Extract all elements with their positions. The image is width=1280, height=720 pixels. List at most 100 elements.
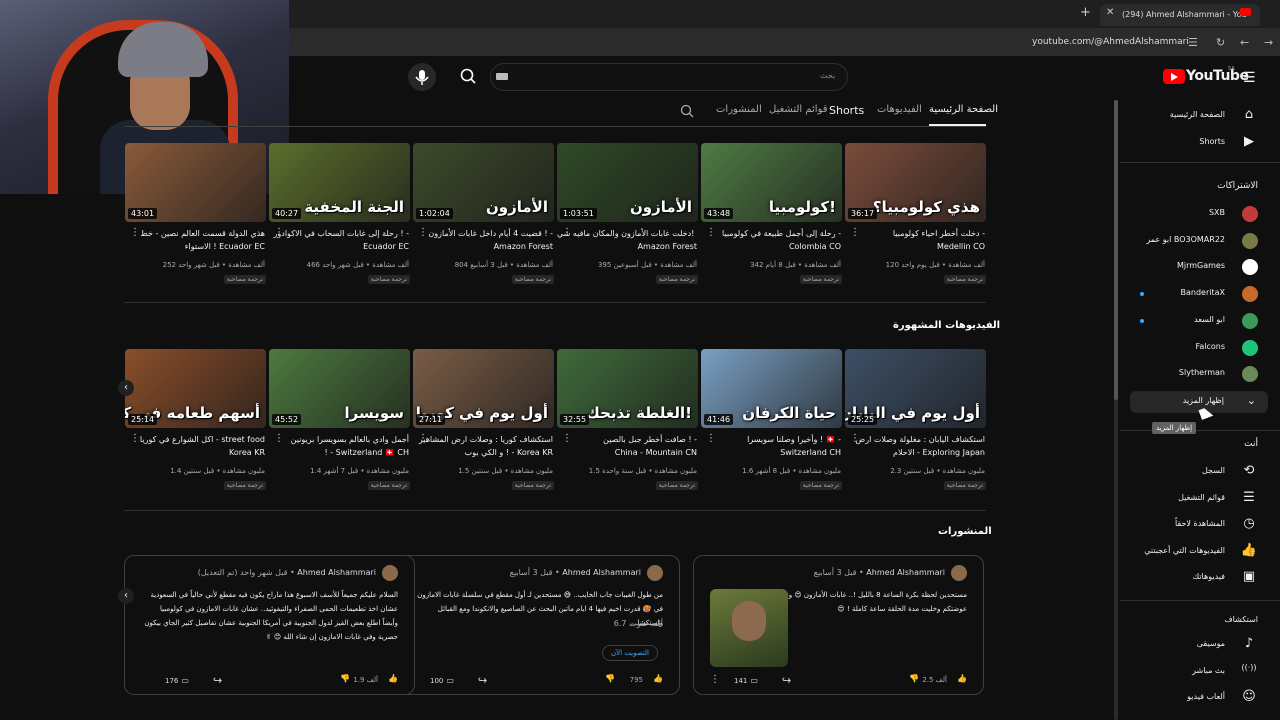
post-author-name[interactable]: Ahmed Alshammari [297, 568, 376, 577]
video-thumbnail[interactable]: كولومبيا! 43:48 [701, 143, 842, 222]
sidebar-item[interactable]: Shorts ▶ [1120, 130, 1280, 156]
video-thumbnail[interactable]: الغلطة تذبحك! 32:55 [557, 349, 698, 428]
mic-button[interactable] [408, 63, 436, 91]
new-tab-button[interactable]: + [1080, 5, 1091, 20]
video-title-line1[interactable]: رحلة إلى غابات السحاب في الاكوادور ! - [269, 227, 409, 240]
share-icon[interactable]: ↪ [782, 674, 791, 687]
sidebar-item[interactable]: ابو عمر BO3OMAR22 [1120, 228, 1280, 254]
hamburger-menu-icon[interactable]: ☰ [1243, 70, 1256, 86]
video-title-line1[interactable]: استكشاف اليابان : مغلولة وصلات ارض [845, 433, 985, 446]
like-button[interactable]: 👍 [957, 674, 967, 683]
video-card[interactable]: 43:01 هذي الدولة قسمت العالم نصين - خط الا… [125, 143, 266, 293]
video-title-line1[interactable]: دخلت غابات الأمازون والمكان مافيه شي! - [557, 227, 697, 240]
video-title-line1[interactable]: اكل الشوارع في كوريا - street food [125, 433, 265, 446]
comments-button[interactable]: 176 ▭ [165, 676, 189, 685]
video-thumbnail[interactable]: هذي كولومبيا؟ 36:17 [845, 143, 986, 222]
video-title-line1[interactable]: استكشاف كوريا : وصلات ارض المشاهير [413, 433, 553, 446]
like-button[interactable]: 👍 [653, 674, 663, 683]
video-title-line1[interactable]: هذي الدولة قسمت العالم نصين - خط [125, 227, 265, 240]
video-thumbnail[interactable]: الأمازون 1:03:51 [557, 143, 698, 222]
video-title-line1[interactable]: أجمل وادي بالعالم بسويسرا بريونين [269, 433, 409, 446]
post-image[interactable] [710, 589, 788, 667]
carousel-prev-icon[interactable]: ‹ [118, 380, 134, 396]
video-title-line2[interactable]: الاستواء ! Ecuador EC [125, 240, 265, 253]
comments-button[interactable]: 141 ▭ [734, 676, 758, 685]
video-title-line2[interactable]: ! - Switzerland 🇨🇭 CH [269, 446, 410, 459]
sidebar-item[interactable]: موسيقى ♪ [1120, 632, 1280, 658]
video-card[interactable]: الغلطة تذبحك! 32:55 صافت أخطر جبل بالصين !… [557, 349, 698, 499]
video-thumbnail[interactable]: حياة الكرفان 41:46 [701, 349, 842, 428]
more-options-icon[interactable]: ⋮ [418, 227, 428, 238]
post-author[interactable]: قبل شهر واحد (تم التعديل) • Ahmed Alsham… [198, 568, 376, 577]
author-avatar[interactable] [647, 565, 663, 581]
video-title-line2[interactable]: الاحلام - Exploring Japan [845, 446, 985, 459]
video-card[interactable]: أول يوم في كوريا 27:11 استكشاف كوريا : وصل… [413, 349, 554, 499]
more-options-icon[interactable]: ⋮ [850, 227, 860, 238]
sidebar-item[interactable]: قوائم التشغيل ☰ [1120, 486, 1280, 512]
sidebar-item[interactable]: Falcons [1120, 335, 1280, 361]
sidebar-item[interactable]: SXB [1120, 201, 1280, 227]
url-text[interactable]: youtube.com/@AhmedAlshammari [1032, 37, 1189, 47]
video-thumbnail[interactable]: 43:01 [125, 143, 266, 222]
share-icon[interactable]: ↪ [213, 674, 222, 687]
tab-close-icon[interactable]: ✕ [1106, 7, 1114, 18]
comments-button[interactable]: 100 ▭ [430, 676, 454, 685]
tab-videos[interactable]: الفيديوهات [877, 104, 922, 115]
video-title-line1[interactable]: صافت أخطر جبل بالصين ! - [557, 433, 697, 446]
sidebar-item[interactable]: ابو السعد [1120, 308, 1280, 334]
sidebar-item[interactable]: بث مباشر ((·)) [1120, 659, 1280, 685]
video-card[interactable]: الأمازون 1:03:51 دخلت غابات الأمازون والمك… [557, 143, 698, 293]
tab-home[interactable]: الصفحة الرئيسية [929, 104, 998, 115]
forward-icon[interactable]: → [1264, 36, 1273, 49]
more-options-icon[interactable]: ⋮ [562, 433, 572, 444]
video-thumbnail[interactable]: أول يوم في كوريا 27:11 [413, 349, 554, 428]
more-options-icon[interactable]: ⋮ [706, 227, 716, 238]
video-card[interactable]: كولومبيا! 43:48 رحلة إلى أجمل طبيعة في كول… [701, 143, 842, 293]
dislike-button[interactable]: 👎 [605, 674, 615, 683]
post-card[interactable]: قبل شهر واحد (تم التعديل) • Ahmed Alsham… [124, 555, 415, 695]
share-icon[interactable]: ↪ [478, 674, 487, 687]
sidebar-item[interactable]: الصفحة الرئيسية ⌂ [1120, 103, 1280, 129]
sidebar-item[interactable]: فيديوهاتك ▣ [1120, 565, 1280, 591]
dislike-button[interactable]: 👎 [340, 674, 350, 683]
like-button[interactable]: 👍 [388, 674, 398, 683]
reload-icon[interactable]: ↻ [1216, 36, 1225, 49]
more-options-icon[interactable]: ⋮ [562, 227, 572, 238]
video-title-line2[interactable]: Switzerland CH [701, 446, 841, 459]
tab-playlists[interactable]: قوائم التشغيل [769, 104, 828, 115]
posts-carousel-prev-icon[interactable]: ‹ [118, 588, 134, 604]
dislike-button[interactable]: 👎 [909, 674, 919, 683]
video-card[interactable]: الجنة المخفية 40:27 رحلة إلى غابات السحاب … [269, 143, 410, 293]
more-options-icon[interactable]: ⋮ [274, 433, 284, 444]
sidebar-item[interactable]: ألعاب فيديو ☺ [1120, 685, 1280, 711]
sidebar-item[interactable]: Slytherman [1120, 361, 1280, 387]
sidebar-item[interactable]: MjrmGames [1120, 254, 1280, 280]
video-title-line1[interactable]: رحلة إلى أجمل طبيعة في كولومبيا - [701, 227, 841, 240]
vote-now-button[interactable]: التصويت الآن [602, 645, 659, 661]
more-options-icon[interactable]: ⋮ [418, 433, 428, 444]
search-button[interactable] [455, 63, 481, 91]
video-title-line2[interactable]: China - Mountain CN [557, 446, 697, 459]
back-icon[interactable]: ← [1240, 36, 1249, 49]
post-author-name[interactable]: Ahmed Alshammari [562, 568, 641, 577]
more-options-icon[interactable]: ⋮ [706, 433, 716, 444]
video-card[interactable]: سويسرا 45:52 أجمل وادي بالعالم بسويسرا بري… [269, 349, 410, 499]
video-title-line2[interactable]: و الكي بوب ! - Korea KR [413, 446, 553, 459]
video-title-line1[interactable]: وأخيرا وصلنا سويسرا ! 🇨🇭 - [701, 433, 841, 446]
tune-icon[interactable]: ☰ [1188, 36, 1198, 49]
video-card[interactable]: هذي كولومبيا؟ 36:17 دخلت أخطر احياء كولومب… [845, 143, 986, 293]
post-card[interactable]: قبل 3 أسابيع • Ahmed Alshammari مستحدين ل… [693, 555, 984, 695]
more-options-icon[interactable]: ⋮ [130, 433, 140, 444]
post-author[interactable]: قبل 3 أسابيع • Ahmed Alshammari [510, 568, 641, 577]
more-options-icon[interactable]: ⋮ [850, 433, 860, 444]
video-thumbnail[interactable]: سويسرا 45:52 [269, 349, 410, 428]
video-title-line2[interactable]: Colombia CO [701, 240, 841, 253]
video-title-line2[interactable]: Amazon Forest [557, 240, 697, 253]
you-header[interactable]: أنت [1120, 439, 1280, 449]
youtube-logo-text[interactable]: YouTube [1186, 68, 1249, 84]
video-card[interactable]: أول يوم في اليابان 25:25 استكشاف اليابان :… [845, 349, 986, 499]
sidebar-item[interactable]: المشاهدة لاحقاً ◷ [1120, 512, 1280, 538]
video-thumbnail[interactable]: أول يوم في اليابان 25:25 [845, 349, 986, 428]
video-card[interactable]: أسهم طعامه في كوريا25:14 اكل الشوارع في ك… [125, 349, 266, 499]
video-thumbnail[interactable]: أسهم طعامه في كوريا25:14 [125, 349, 266, 428]
